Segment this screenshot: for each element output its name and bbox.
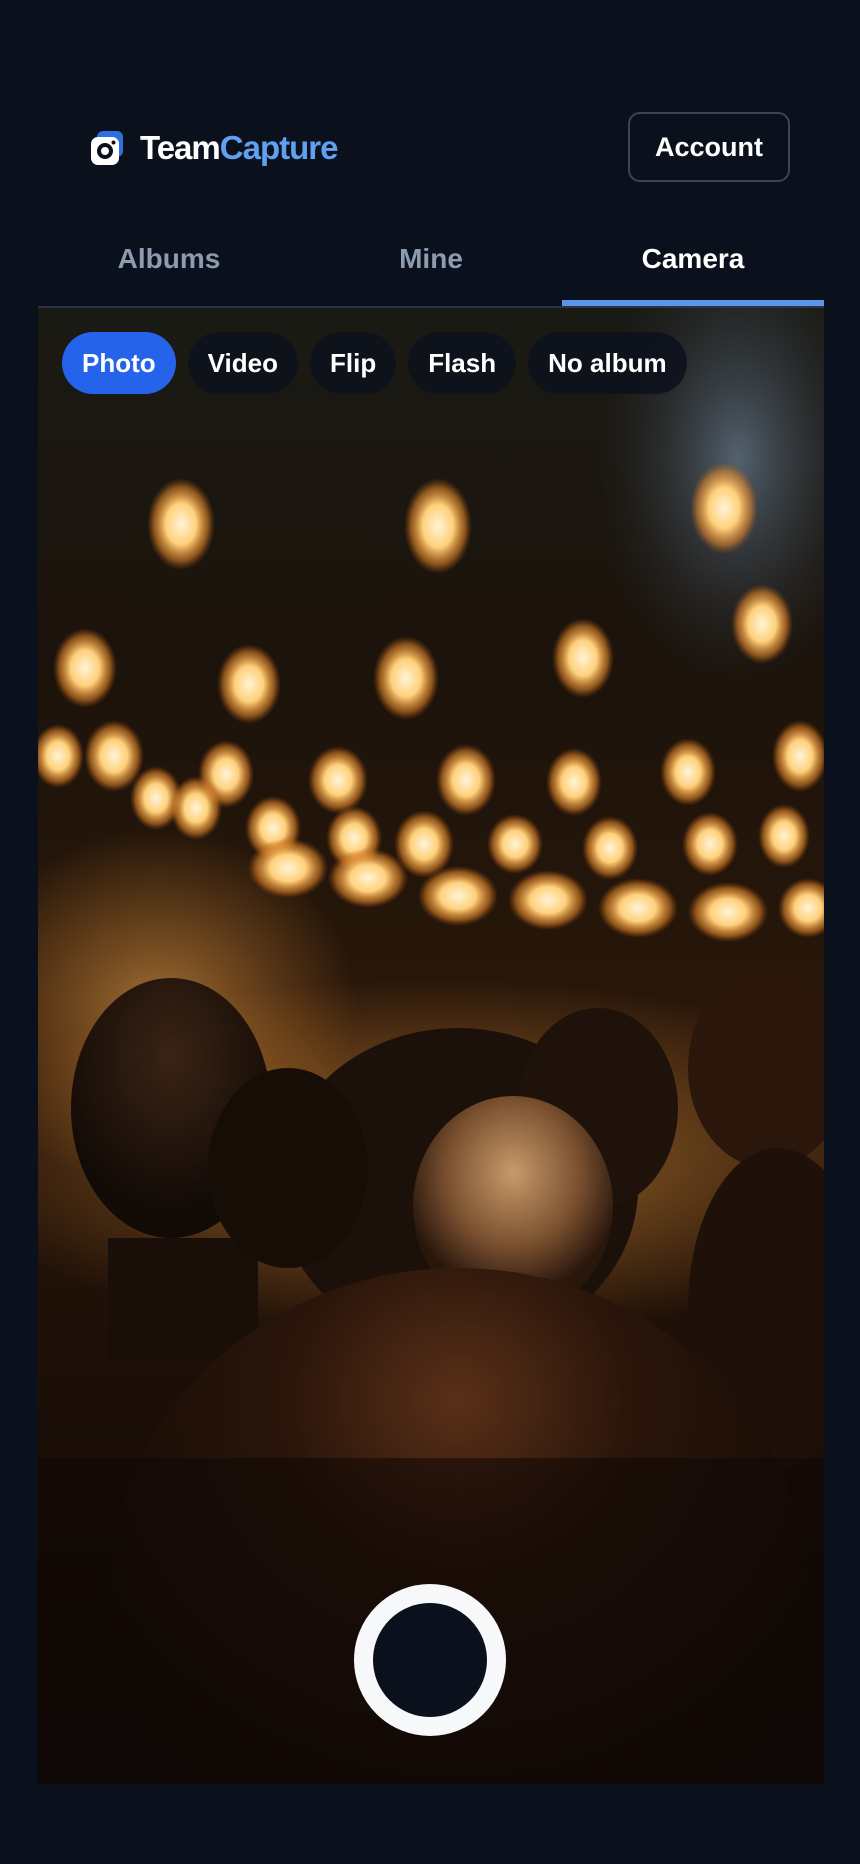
app-header: TeamCapture Account xyxy=(0,0,860,210)
camera-viewfinder[interactable]: Photo Video Flip Flash No album xyxy=(38,308,824,1784)
camera-preview-image xyxy=(38,308,824,1784)
capture-mode-chips: Photo Video Flip Flash No album xyxy=(62,332,687,394)
brand-logo[interactable]: TeamCapture xyxy=(88,128,339,168)
app-root: TeamCapture Account Albums Mine Camera P… xyxy=(0,0,860,1864)
tab-albums[interactable]: Albums xyxy=(38,222,300,296)
brand-name-part2: Capture xyxy=(219,129,339,166)
chip-flip[interactable]: Flip xyxy=(309,332,397,394)
chip-flash[interactable]: Flash xyxy=(408,332,517,394)
shutter-button[interactable] xyxy=(354,1584,506,1736)
main-tabs: Albums Mine Camera xyxy=(38,222,824,308)
brand-name-part1: Team xyxy=(140,129,221,166)
chip-video[interactable]: Video xyxy=(187,332,298,394)
tab-camera[interactable]: Camera xyxy=(562,222,824,306)
tab-mine[interactable]: Mine xyxy=(300,222,562,296)
chip-album-select[interactable]: No album xyxy=(528,332,687,394)
account-button[interactable]: Account xyxy=(628,112,790,182)
camera-icon xyxy=(91,131,123,165)
brand-name: TeamCapture xyxy=(140,128,339,168)
chip-photo[interactable]: Photo xyxy=(62,332,176,394)
